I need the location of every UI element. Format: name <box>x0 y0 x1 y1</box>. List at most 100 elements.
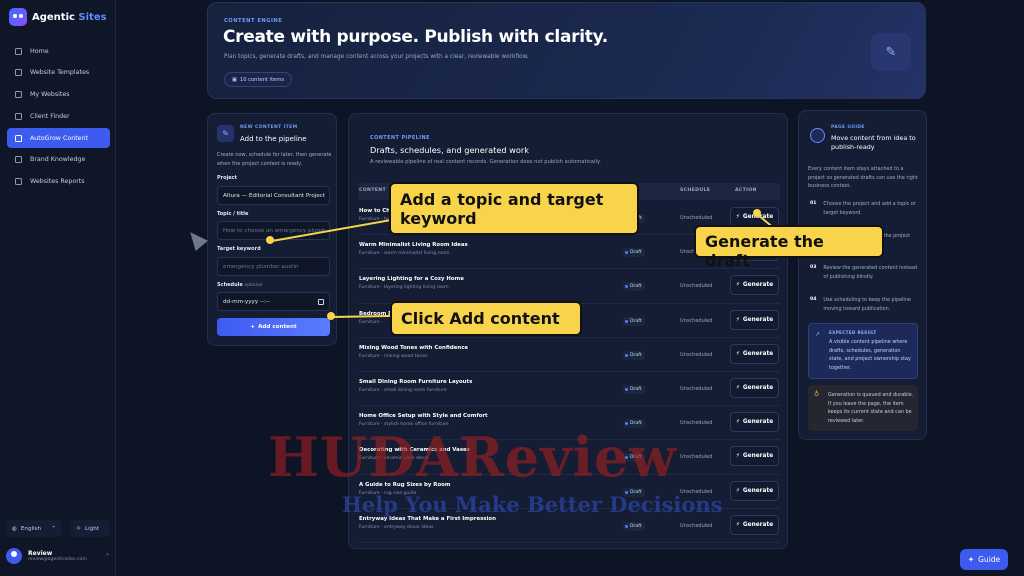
wand-icon: ⚡ <box>735 316 740 323</box>
topic-label: Topic / title <box>217 211 249 217</box>
lightbulb-icon: ♁ <box>814 390 820 398</box>
sidebar-item-client-finder[interactable]: Client Finder <box>7 106 110 126</box>
content-title: Warm Minimalist Living Room Ideas <box>359 242 468 249</box>
table-row: Mixing Wood Tones with Confidence Furnitu… <box>358 338 780 372</box>
schedule-value: Unscheduled <box>680 215 713 221</box>
globe-icon: ◍ <box>12 525 17 532</box>
schedule-value: Unscheduled <box>680 522 713 529</box>
schedule-value: Unscheduled <box>680 317 713 324</box>
generate-button[interactable]: ⚡Generate <box>730 446 779 467</box>
keyword-label: Target keyword <box>217 246 261 252</box>
table-row: Layering Lighting for a Cozy Home Furnitu… <box>358 269 780 304</box>
generate-button[interactable]: ⚡Generate <box>730 343 779 364</box>
wand-icon: ⚡ <box>735 487 740 494</box>
avatar <box>6 548 22 564</box>
sidebar-item-my-websites[interactable]: My Websites <box>7 85 110 105</box>
book-icon <box>15 156 22 164</box>
annotation-generate: Generate the draft <box>694 225 884 270</box>
add-content-button[interactable]: + Add content <box>217 318 330 336</box>
generate-button[interactable]: ⚡Generate <box>730 480 779 501</box>
sidebar-item-websites-reports[interactable]: Websites Reports <box>7 172 110 192</box>
sidebar-nav: Home Website Templates My Websites Clien… <box>7 41 110 194</box>
status-badge: Draft <box>623 384 645 394</box>
project-select[interactable]: Altura — Editorial Consultant Project <box>217 186 330 205</box>
guide-step: 04 Use scheduling to keep the pipeline mo… <box>810 297 911 312</box>
pipeline-title: Drafts, schedules, and generated work <box>370 145 529 155</box>
schedule-input[interactable]: dd-mm-yyyy --:-- <box>217 292 330 311</box>
wand-icon: ⚡ <box>735 419 740 426</box>
sidebar-item-autogrow-content[interactable]: AutoGrow Content <box>7 128 110 149</box>
chevron-up-icon: ⌃ <box>51 525 56 532</box>
templates-icon <box>15 69 22 77</box>
compass-icon <box>810 128 825 143</box>
content-subtitle: Furniture · layering lighting living roo… <box>359 285 449 291</box>
schedule-value: Unscheduled <box>680 420 713 427</box>
hero-description: Plan topics, generate drafts, and manage… <box>224 54 529 60</box>
sidebar: Agentic Sites Home Website Templates My … <box>0 0 116 576</box>
annotation-dot <box>266 236 274 244</box>
content-subtitle: Furniture · warm minimalist living room <box>359 251 450 257</box>
theme-toggle[interactable]: ☼ Light <box>70 520 110 537</box>
guide-description: Every content item stays attached to a p… <box>808 166 918 189</box>
content-subtitle: Furniture · <box>359 319 383 325</box>
sun-icon: ☼ <box>76 525 82 532</box>
table-row: Small Dining Room Furniture Layouts Furni… <box>358 372 780 407</box>
expected-result-box: ↗ EXPECTED RESULT A visible content pipe… <box>808 323 918 379</box>
hero-eyebrow: CONTENT ENGINE <box>224 18 283 24</box>
status-badge: Draft <box>623 282 645 292</box>
new-content-eyebrow: NEW CONTENT ITEM <box>240 125 298 130</box>
generate-button[interactable]: ⚡Generate <box>730 275 779 296</box>
schedule-value: Unscheduled <box>680 351 713 358</box>
brand-logo[interactable]: Agentic Sites <box>9 8 107 26</box>
plus-icon: + <box>250 324 256 330</box>
column-header-schedule: SCHEDULE <box>680 188 711 193</box>
schedule-value: Unscheduled <box>680 283 713 290</box>
sidebar-settings: ◍ English ⌃ ☼ Light <box>6 520 110 537</box>
sidebar-item-website-templates[interactable]: Website Templates <box>7 63 110 83</box>
status-badge: Draft <box>623 521 645 531</box>
finder-icon <box>15 112 22 120</box>
trend-icon: ↗ <box>815 331 821 338</box>
annotation-add-content: Click Add content <box>390 301 582 336</box>
user-menu[interactable]: Review review@agenticsites.com ⌃ <box>6 548 110 564</box>
keyword-input[interactable]: emergency plumber austin <box>217 257 330 276</box>
wand-icon: ⚡ <box>735 521 740 528</box>
annotation-dot <box>753 209 761 217</box>
new-content-card: ✎ NEW CONTENT ITEM Add to the pipeline C… <box>207 113 337 346</box>
pen-icon: ✎ <box>217 125 234 142</box>
chevron-up-icon: ⌃ <box>104 552 110 560</box>
sidebar-item-home[interactable]: Home <box>7 41 110 61</box>
brand-name: Agentic Sites <box>32 11 107 23</box>
page-title: Create with purpose. Publish with clarit… <box>223 27 608 47</box>
new-content-description: Create now, schedule for later, then gen… <box>217 152 332 167</box>
guide-step: 01 Choose the project and add a topic or … <box>810 201 916 216</box>
schedule-label: Schedule optional <box>217 282 263 288</box>
user-name: Review <box>28 550 53 557</box>
guide-button[interactable]: ✦ Guide <box>960 549 1008 570</box>
stack-icon: ▣ <box>232 76 237 83</box>
quill-icon: ✎ <box>871 33 911 71</box>
guide-eyebrow: PAGE GUIDE <box>831 125 865 130</box>
generate-button[interactable]: ⚡Generate <box>730 309 779 330</box>
content-title: Mixing Wood Tones with Confidence <box>359 344 469 351</box>
content-subtitle: Furniture · mixing wood tones <box>359 353 428 359</box>
status-badge: Draft <box>623 350 645 360</box>
robot-icon <box>9 8 27 26</box>
calendar-icon <box>318 298 324 305</box>
pipeline-description: A reviewable pipeline of real content re… <box>370 159 601 165</box>
hero-banner: CONTENT ENGINE Create with purpose. Publ… <box>207 2 926 99</box>
generate-button[interactable]: ⚡Generate <box>730 514 779 535</box>
generate-button[interactable]: ⚡Generate <box>730 377 779 398</box>
report-icon <box>15 178 22 186</box>
content-subtitle: Furniture · entryway decor ideas <box>359 524 434 530</box>
language-select[interactable]: ◍ English ⌃ <box>6 520 62 537</box>
sidebar-item-brand-knowledge[interactable]: Brand Knowledge <box>7 150 110 170</box>
annotation-topic: Add a topic and target keyword <box>389 182 639 235</box>
generate-button[interactable]: ⚡Generate <box>730 412 779 433</box>
folder-icon <box>15 91 22 99</box>
guide-title: Move content from idea to publish-ready <box>831 134 916 151</box>
watermark-tagline: Help You Make Better Decisions <box>342 492 723 517</box>
user-email: review@agenticsites.com <box>28 557 87 562</box>
wand-icon: ⚡ <box>735 453 740 460</box>
content-title: Small Dining Room Furniture Layouts <box>359 378 473 385</box>
